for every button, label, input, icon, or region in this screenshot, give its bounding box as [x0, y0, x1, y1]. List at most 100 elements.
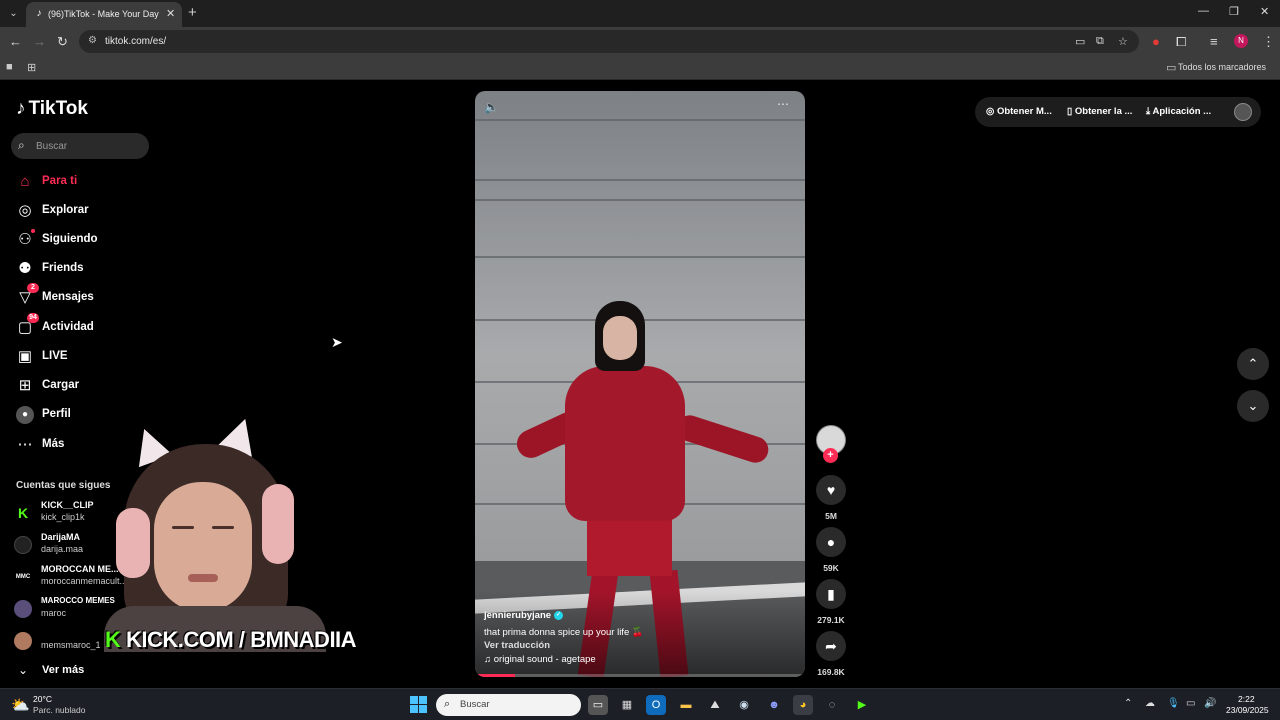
download-app-button[interactable]: ⤓ Aplicación ... [1146, 106, 1211, 117]
apps-grid-icon[interactable]: ⊞ [27, 61, 36, 74]
start-tile [410, 705, 418, 713]
reload-icon[interactable]: ↻ [57, 34, 68, 50]
minimize-icon[interactable]: — [1198, 5, 1209, 17]
nav-cargar[interactable]: ⊞ Cargar [16, 376, 156, 398]
pill-label: Aplicación ... [1152, 106, 1212, 117]
kick-logo: K [105, 627, 121, 652]
messages-badge: 2 [27, 283, 39, 293]
previous-video-button[interactable]: ⌃ [1237, 348, 1269, 380]
nav-actividad[interactable]: ▢ 94 Actividad [16, 313, 156, 340]
account-name: KICK__CLIP [41, 500, 94, 510]
task-view-icon[interactable]: ▭ [588, 695, 608, 715]
site-info-icon[interactable]: ⚙ [88, 35, 97, 46]
volume-icon[interactable]: 🔊 [1204, 698, 1216, 709]
close-tab-icon[interactable]: ✕ [166, 7, 175, 20]
like-button[interactable]: ♥ [816, 475, 846, 505]
nav-friends[interactable]: ⚉ Friends [16, 259, 156, 281]
nav-explorar[interactable]: ◎ Explorar [16, 201, 156, 223]
video-progress-bar[interactable] [475, 674, 805, 677]
kick-studio-icon[interactable]: ▶ [852, 695, 872, 715]
network-icon[interactable]: ▭ [1186, 698, 1195, 709]
restore-icon[interactable]: ❐ [1229, 5, 1239, 18]
cast-icon[interactable]: ▭ [1075, 35, 1085, 48]
tray-overflow-icon[interactable]: ⌃ [1124, 698, 1132, 709]
url-text[interactable]: tiktok.com/es/ [105, 36, 166, 47]
video-player[interactable]: 🔈 ⋯ jennierubyjane ✓ that prima donna spi… [475, 91, 805, 677]
weather-cloud-icon[interactable]: ⛅ [11, 696, 30, 714]
author-name: jennierubyjane [484, 610, 552, 621]
file-explorer-icon[interactable]: ▬ [676, 695, 696, 715]
clock-time[interactable]: 2:22 [1238, 694, 1255, 704]
tiktok-logo[interactable]: ♪ TikTok [16, 98, 88, 120]
taskbar-search[interactable]: ⌕ Buscar [436, 694, 581, 716]
discord-icon[interactable]: ☻ [764, 695, 784, 715]
browser-menu-icon[interactable]: ⋮ [1262, 34, 1275, 50]
share-button[interactable]: ➦ [816, 631, 846, 661]
video-author[interactable]: jennierubyjane ✓ [484, 610, 564, 621]
see-more-button[interactable]: ⌄ Ver más [16, 663, 116, 679]
see-translation-link[interactable]: Ver traducción [484, 640, 550, 651]
nav-label: Perfil [42, 408, 71, 420]
start-tile [419, 696, 427, 704]
all-bookmarks-folder[interactable]: Todos los marcadores [1178, 62, 1266, 72]
steam-icon[interactable]: ◉ [734, 695, 754, 715]
follow-plus-icon[interactable]: + [823, 448, 838, 463]
nav-mensajes[interactable]: ▽ 2 Mensajes [16, 283, 156, 310]
save-button[interactable]: ▮ [816, 579, 846, 609]
outlook-icon[interactable]: O [646, 695, 666, 715]
share-arrow-icon: ➦ [825, 638, 837, 654]
close-window-icon[interactable]: ✕ [1260, 5, 1269, 18]
search-icon[interactable]: ⌕ [18, 138, 25, 153]
onedrive-icon[interactable]: ☁ [1145, 698, 1155, 709]
nav-siguiendo[interactable]: ⚇ Siguiendo [16, 229, 156, 252]
verified-badge-icon: ✓ [554, 610, 564, 620]
profile-avatar[interactable]: N [1234, 34, 1248, 48]
search-box[interactable]: ⌕ [11, 133, 149, 159]
eye-left [172, 526, 194, 529]
forward-icon[interactable]: → [33, 34, 46, 49]
taskbar-search-label: Buscar [460, 699, 490, 710]
share-count: 169.8K [817, 667, 845, 677]
tab-search-icon[interactable]: ⌄ [6, 6, 21, 21]
account-handle: kick_clip1k [41, 512, 85, 522]
nav-live[interactable]: ▣ LIVE [16, 347, 156, 369]
windows-start-icon[interactable] [410, 696, 427, 713]
user-avatar[interactable] [1234, 103, 1252, 121]
photos-icon[interactable]: ⛰ [705, 695, 725, 715]
volume-icon[interactable]: 🔈 [484, 100, 499, 114]
dancer-skirt [587, 516, 672, 576]
search-input[interactable] [36, 138, 141, 154]
store-icon[interactable]: ▦ [617, 695, 637, 715]
mouse-cursor-icon: ➤ [331, 334, 343, 350]
nav-para-ti[interactable]: ⌂ Para ti [16, 172, 156, 194]
new-tab-icon[interactable]: + [188, 4, 197, 21]
microphone-icon[interactable]: 🎙 [1167, 698, 1180, 709]
back-icon[interactable]: ← [9, 34, 22, 49]
translate-icon[interactable]: ⧉ [1096, 35, 1104, 48]
more-options-icon[interactable]: ⋯ [777, 97, 789, 111]
chrome-icon[interactable]: ◕ [793, 695, 813, 715]
video-sound[interactable]: ♫ original sound - agetape [484, 654, 596, 665]
clock-date[interactable]: 23/09/2025 [1226, 705, 1269, 715]
heart-icon: ♥ [826, 482, 836, 498]
browser-tab[interactable]: ♪ (96)TikTok - Make Your Day ✕ [26, 2, 182, 27]
account-handle: darija.maa [41, 544, 84, 554]
nav-label: LIVE [42, 350, 68, 362]
weather-temperature[interactable]: 20°C [33, 694, 52, 704]
home-icon: ⌂ [20, 173, 30, 190]
bookmark-star-icon[interactable]: ☆ [1118, 35, 1128, 48]
media-control-icon[interactable]: ≡ [1210, 34, 1218, 49]
next-video-button[interactable]: ⌄ [1237, 390, 1269, 422]
address-bar[interactable]: ⚙ tiktok.com/es/ ▭ ⧉ ☆ [79, 30, 1139, 53]
start-tile [410, 696, 418, 704]
get-coins-button[interactable]: ◎ Obtener M... [986, 106, 1052, 117]
extensions-icon[interactable]: ⧠ [1176, 34, 1186, 50]
bookmark-page-icon[interactable]: ■ [6, 61, 13, 73]
tab-title: (96)TikTok - Make Your Day [48, 9, 159, 19]
comment-button[interactable]: ● [816, 527, 846, 557]
extension-red-icon[interactable]: ● [1152, 34, 1160, 49]
obs-icon[interactable]: ◌ [822, 695, 842, 715]
weather-description[interactable]: Parc. nublado [33, 705, 85, 715]
get-app-button[interactable]: ▯ Obtener la ... [1067, 106, 1132, 117]
nav-label: Siguiendo [42, 233, 98, 245]
